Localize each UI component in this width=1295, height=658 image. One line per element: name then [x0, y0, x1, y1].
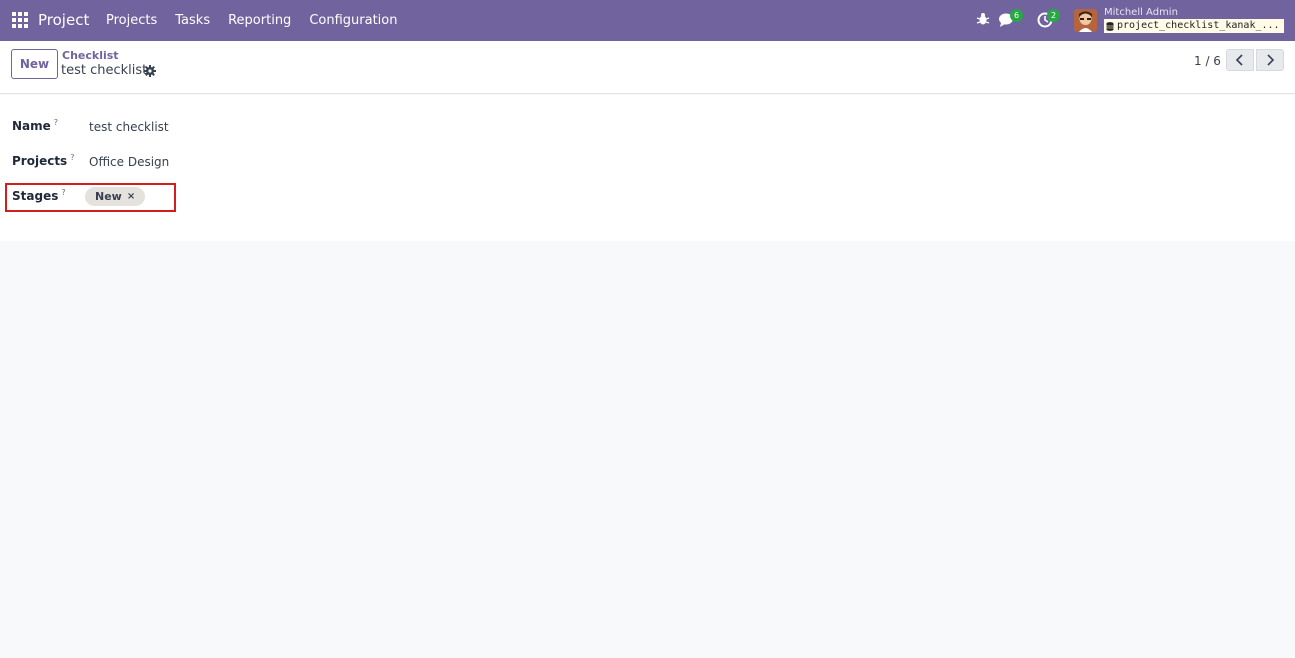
- bug-icon[interactable]: [976, 12, 990, 26]
- pager-next-button[interactable]: [1256, 49, 1284, 71]
- database-name: project_checklist_kanak_...: [1104, 19, 1284, 33]
- activity-badge: 2: [1047, 9, 1060, 22]
- database-icon: [1106, 21, 1114, 31]
- menu-item-tasks[interactable]: Tasks: [175, 13, 210, 28]
- apps-menu-icon[interactable]: [12, 12, 28, 28]
- user-name[interactable]: Mitchell Admin: [1104, 7, 1178, 18]
- name-help-mark[interactable]: ?: [54, 118, 58, 127]
- top-navbar: Project Projects Tasks Reporting Configu…: [0, 0, 1295, 41]
- control-panel: New Checklist test checklist 1 / 6: [0, 41, 1295, 94]
- avatar[interactable]: [1074, 9, 1097, 32]
- breadcrumb[interactable]: Checklist: [62, 49, 119, 62]
- new-button[interactable]: New: [11, 49, 58, 79]
- record-title: test checklist: [61, 63, 148, 78]
- main-menu: Projects Tasks Reporting Configuration: [106, 13, 415, 28]
- menu-item-projects[interactable]: Projects: [106, 13, 157, 28]
- stages-highlight-box: [5, 183, 176, 212]
- name-field[interactable]: test checklist: [89, 120, 169, 134]
- projects-label: Projects?: [12, 153, 75, 168]
- projects-help-mark[interactable]: ?: [70, 153, 74, 162]
- pager-value[interactable]: 1 / 6: [1194, 54, 1221, 68]
- chevron-right-icon: [1267, 54, 1275, 66]
- app-brand[interactable]: Project: [38, 11, 89, 29]
- projects-field[interactable]: Office Design: [89, 155, 169, 169]
- name-label: Name?: [12, 118, 59, 133]
- menu-item-reporting[interactable]: Reporting: [228, 13, 291, 28]
- form-sheet: Name? test checklist Projects? Office De…: [0, 95, 1295, 241]
- pager-previous-button[interactable]: [1226, 49, 1254, 71]
- gear-icon[interactable]: [144, 65, 156, 77]
- menu-item-configuration[interactable]: Configuration: [309, 13, 397, 28]
- chevron-left-icon: [1235, 54, 1243, 66]
- chat-badge: 6: [1010, 9, 1023, 22]
- database-name-text: project_checklist_kanak_...: [1117, 20, 1280, 31]
